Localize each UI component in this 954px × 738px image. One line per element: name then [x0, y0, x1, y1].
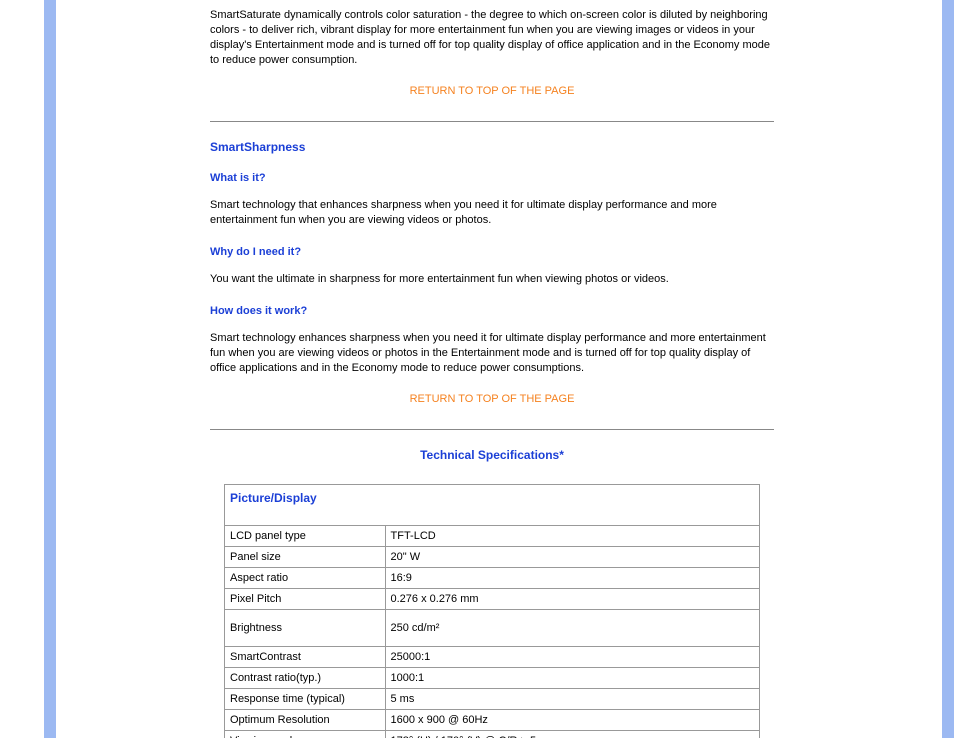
spec-label: Pixel Pitch [225, 589, 386, 610]
table-row: LCD panel type TFT-LCD [225, 526, 760, 547]
what-is-it-heading: What is it? [210, 172, 774, 184]
right-decorative-strip [942, 0, 954, 738]
why-need-it-heading: Why do I need it? [210, 246, 774, 258]
table-row: Aspect ratio 16:9 [225, 568, 760, 589]
content-area: SmartSaturate dynamically controls color… [210, 0, 774, 738]
spec-label: Viewing angle [225, 731, 386, 738]
table-row: Optimum Resolution 1600 x 900 @ 60Hz [225, 710, 760, 731]
spec-label: Panel size [225, 547, 386, 568]
spec-value: 250 cd/m² [385, 610, 760, 647]
why-need-it-text: You want the ultimate in sharpness for m… [210, 272, 774, 287]
spec-label: Contrast ratio(typ.) [225, 668, 386, 689]
spec-value: 5 ms [385, 689, 760, 710]
spec-value: 1600 x 900 @ 60Hz [385, 710, 760, 731]
spec-value: 0.276 x 0.276 mm [385, 589, 760, 610]
divider-1 [210, 121, 774, 122]
return-to-top-link-1[interactable]: RETURN TO TOP OF THE PAGE [210, 85, 774, 97]
return-to-top-link-2[interactable]: RETURN TO TOP OF THE PAGE [210, 393, 774, 405]
spec-label: Response time (typical) [225, 689, 386, 710]
how-works-heading: How does it work? [210, 305, 774, 317]
table-row: SmartContrast 25000:1 [225, 647, 760, 668]
table-row: Pixel Pitch 0.276 x 0.276 mm [225, 589, 760, 610]
tech-spec-heading: Technical Specifications* [210, 448, 774, 462]
spec-value: 16:9 [385, 568, 760, 589]
left-decorative-strip [44, 0, 56, 738]
spec-label: LCD panel type [225, 526, 386, 547]
table-row: Contrast ratio(typ.) 1000:1 [225, 668, 760, 689]
spec-category-header: Picture/Display [225, 485, 760, 526]
spec-table: Picture/Display LCD panel type TFT-LCD P… [224, 484, 760, 738]
spec-label: SmartContrast [225, 647, 386, 668]
table-row: Response time (typical) 5 ms [225, 689, 760, 710]
spec-label: Brightness [225, 610, 386, 647]
spec-value: 20" W [385, 547, 760, 568]
divider-2 [210, 429, 774, 430]
table-row: Viewing angle 178° (H) / 170° (V) @ C/R … [225, 731, 760, 738]
table-row: Brightness 250 cd/m² [225, 610, 760, 647]
smartsharpness-heading: SmartSharpness [210, 140, 774, 154]
smartsaturate-paragraph: SmartSaturate dynamically controls color… [210, 8, 774, 67]
spec-label: Aspect ratio [225, 568, 386, 589]
spec-value: 25000:1 [385, 647, 760, 668]
page-container: SmartSaturate dynamically controls color… [0, 0, 954, 738]
spec-value: 1000:1 [385, 668, 760, 689]
what-is-it-text: Smart technology that enhances sharpness… [210, 198, 774, 228]
spec-value: TFT-LCD [385, 526, 760, 547]
spec-table-wrapper: Picture/Display LCD panel type TFT-LCD P… [224, 484, 760, 738]
spec-value: 178° (H) / 170° (V) @ C/R > 5 [385, 731, 760, 738]
table-row: Panel size 20" W [225, 547, 760, 568]
how-works-text: Smart technology enhances sharpness when… [210, 331, 774, 376]
spec-category-row: Picture/Display [225, 485, 760, 526]
spec-label: Optimum Resolution [225, 710, 386, 731]
